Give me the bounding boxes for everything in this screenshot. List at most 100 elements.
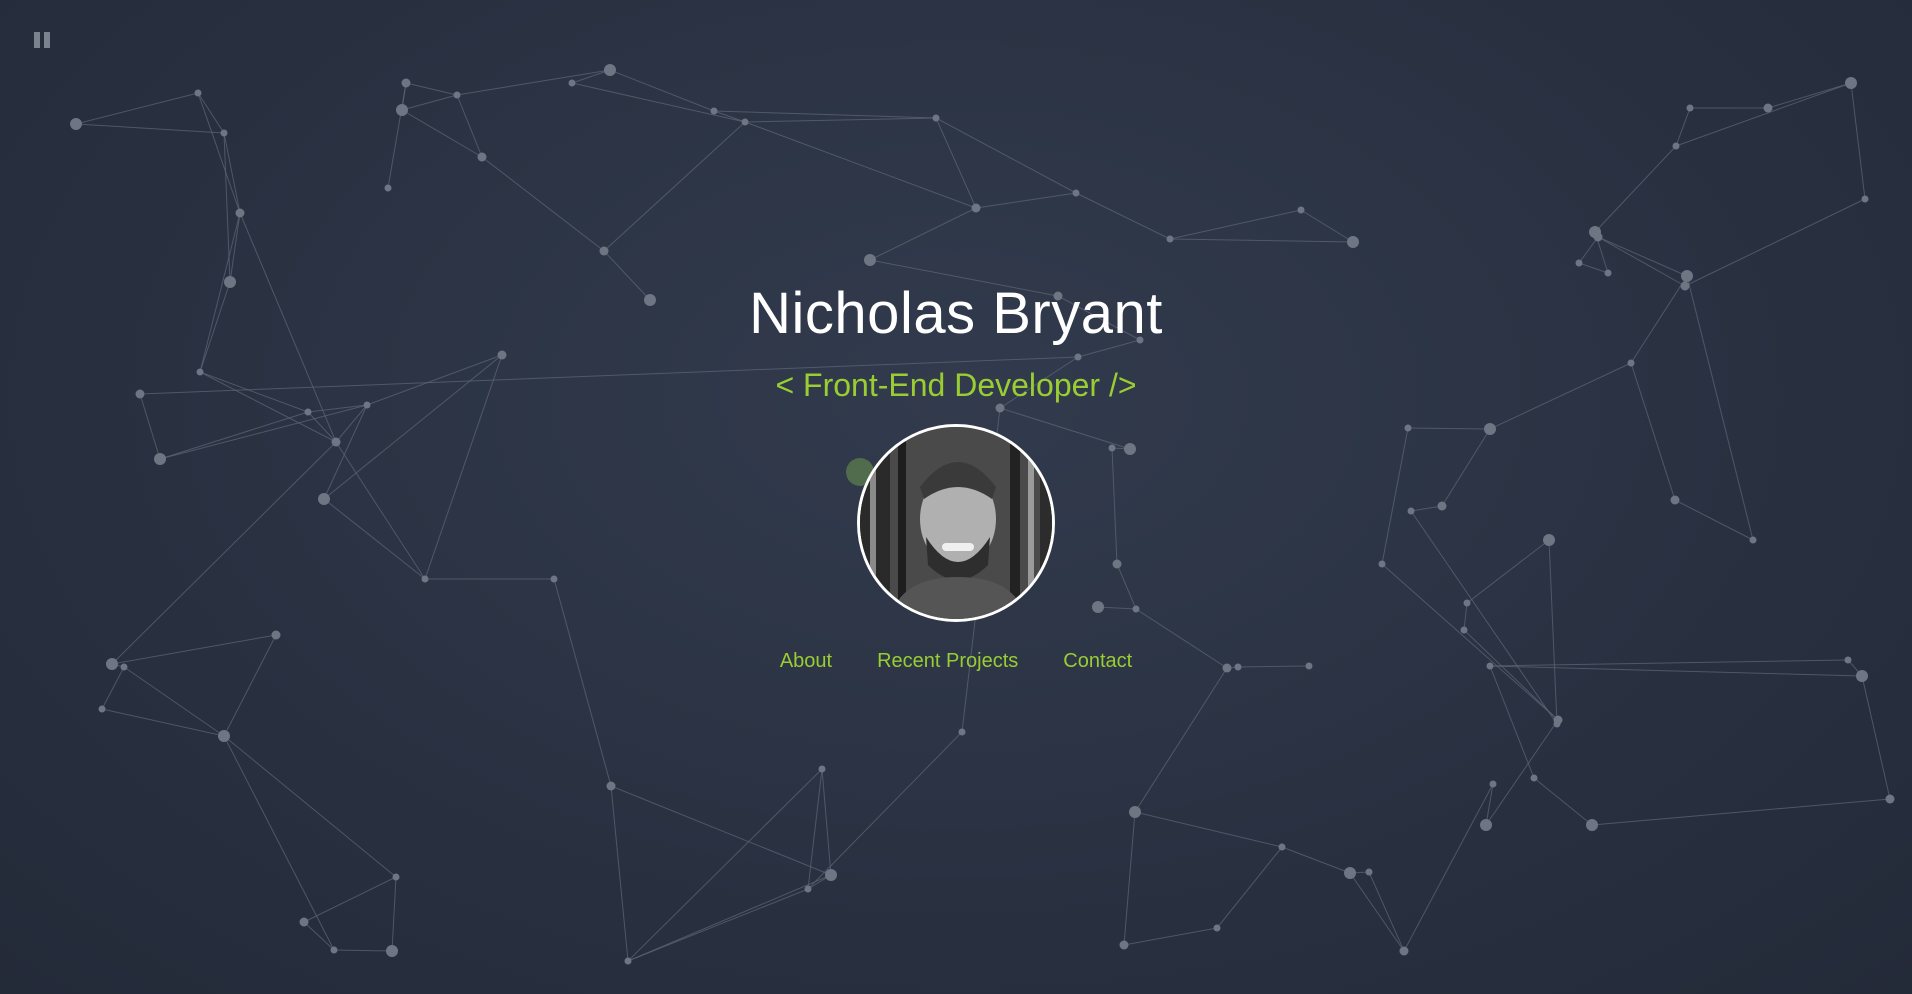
network-node [1845, 77, 1857, 89]
network-node [1672, 142, 1680, 150]
network-node [741, 118, 749, 126]
network-link [869, 207, 977, 261]
network-link [303, 876, 397, 923]
network-link [1075, 192, 1171, 240]
network-link [1597, 236, 1688, 277]
network-link [391, 876, 397, 952]
network-link [1578, 236, 1599, 264]
network-node [1344, 867, 1356, 879]
network-link [1281, 846, 1351, 874]
network-link [1134, 811, 1283, 848]
network-node [1530, 774, 1538, 782]
nav-link-recent-projects[interactable]: Recent Projects [877, 650, 1018, 673]
network-link [333, 949, 393, 952]
network-link [1533, 777, 1593, 826]
network-link [1216, 846, 1283, 929]
network-node [624, 957, 632, 965]
network-node [299, 917, 309, 927]
network-link [807, 731, 963, 890]
network-link [456, 94, 483, 158]
network-link [627, 768, 823, 962]
network-link [101, 666, 125, 710]
network-node [971, 203, 981, 213]
network-link [975, 192, 1077, 209]
network-node [396, 104, 408, 116]
network-link [401, 94, 458, 111]
network-link [713, 110, 937, 119]
network-node [606, 781, 616, 791]
network-link [571, 69, 611, 84]
network-node [220, 129, 228, 137]
network-node [194, 89, 202, 97]
network-node [1297, 206, 1305, 214]
network-node [70, 118, 82, 130]
network-link [123, 666, 225, 737]
network-node [864, 254, 876, 266]
network-node [1278, 843, 1286, 851]
network-node [477, 152, 487, 162]
network-link [387, 82, 407, 189]
network-link [1123, 927, 1218, 946]
network-node [604, 64, 616, 76]
network-link [1403, 783, 1494, 952]
avatar [857, 424, 1055, 622]
network-link [603, 121, 746, 252]
network-link [1368, 871, 1405, 952]
network-node [1129, 806, 1141, 818]
network-node [1589, 226, 1601, 238]
network-node [1686, 104, 1694, 112]
network-node [384, 184, 392, 192]
network-node [1553, 720, 1561, 728]
network-link [935, 117, 977, 209]
network-link [609, 69, 715, 112]
network-link [821, 768, 832, 876]
network-link [1591, 798, 1891, 826]
network-node [568, 79, 576, 87]
network-node [1763, 103, 1773, 113]
network-link [935, 117, 1077, 194]
network-node [453, 91, 461, 99]
network-link [481, 156, 605, 252]
main-nav: About Recent Projects Contact [0, 650, 1912, 673]
network-node [1399, 946, 1409, 956]
page-title: Nicholas Bryant [749, 281, 1163, 346]
network-link [1594, 145, 1677, 233]
network-node [599, 246, 609, 256]
network-link [101, 708, 225, 737]
network-node [932, 114, 940, 122]
network-node [1347, 236, 1359, 248]
network-link [197, 92, 225, 134]
network-node [1489, 780, 1497, 788]
pause-bar-left [34, 32, 40, 48]
network-node [1586, 819, 1598, 831]
network-link [1300, 209, 1354, 243]
network-node [386, 945, 398, 957]
network-node [392, 873, 400, 881]
network-link [75, 123, 225, 134]
network-node [710, 107, 718, 115]
network-link [627, 888, 809, 962]
network-link [1850, 82, 1866, 200]
network-link [1597, 236, 1686, 287]
network-node [1604, 269, 1612, 277]
nav-link-contact[interactable]: Contact [1063, 650, 1132, 673]
network-node [1166, 235, 1174, 243]
network-node [804, 885, 812, 893]
network-link [1489, 665, 1535, 779]
network-node [218, 730, 230, 742]
network-node [825, 869, 837, 881]
network-node [818, 765, 826, 773]
avatar-photo [860, 427, 1052, 619]
nav-link-about[interactable]: About [780, 650, 832, 673]
network-link [456, 69, 611, 96]
network-link [744, 117, 937, 123]
hero-section: Nicholas Bryant < Front-End Developer />… [0, 280, 1912, 673]
pause-icon[interactable] [34, 32, 52, 50]
network-node [1480, 819, 1492, 831]
network-link [1861, 675, 1891, 800]
network-link [223, 735, 397, 878]
network-link [223, 735, 335, 951]
network-node [98, 705, 106, 713]
network-link [303, 921, 335, 951]
network-node [1119, 940, 1129, 950]
